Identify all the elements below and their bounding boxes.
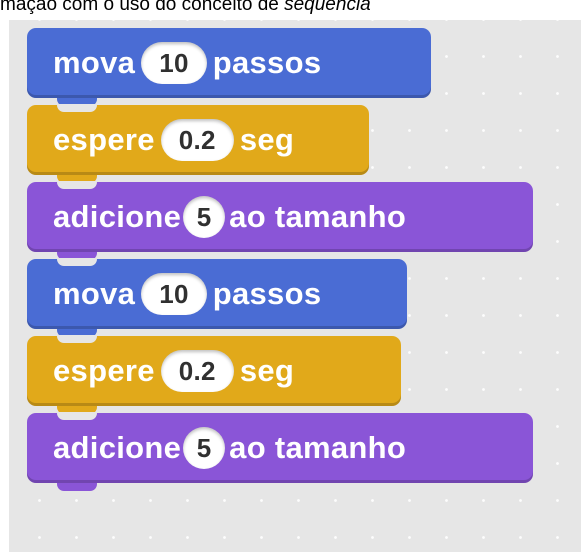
wait-seconds-block[interactable]: espere 0.2 seg: [27, 335, 401, 414]
seconds-input[interactable]: 0.2: [160, 119, 234, 161]
caption-italic: sequência: [284, 0, 371, 15]
steps-input[interactable]: 10: [141, 273, 207, 315]
steps-input[interactable]: 10: [141, 42, 207, 84]
move-steps-block[interactable]: mova 10 passos: [27, 258, 407, 337]
caption-main: mação com o uso do conceito de: [0, 0, 285, 15]
seconds-input[interactable]: 0.2: [160, 350, 234, 392]
size-input[interactable]: 5: [183, 427, 226, 469]
block-label-post: passos: [212, 45, 322, 80]
block-label-pre: adicione: [53, 199, 182, 234]
block-label-pre: mova: [53, 276, 136, 311]
size-input[interactable]: 5: [183, 196, 226, 238]
change-size-block[interactable]: adicione 5 ao tamanho: [27, 181, 533, 260]
block-label-post: passos: [212, 276, 322, 311]
block-label-post: ao tamanho: [229, 430, 407, 465]
block-label-post: seg: [239, 353, 295, 388]
block-label-pre: espere: [53, 122, 155, 157]
change-size-block[interactable]: adicione 5 ao tamanho: [27, 412, 533, 491]
wait-seconds-block[interactable]: espere 0.2 seg: [27, 104, 369, 183]
block-label-post: ao tamanho: [229, 199, 407, 234]
move-steps-block[interactable]: mova 10 passos: [27, 28, 431, 106]
block-label-pre: mova: [53, 45, 136, 80]
block-label-pre: adicione: [53, 430, 182, 465]
script-stack[interactable]: mova 10 passos espere 0.2 seg adicione 5…: [27, 28, 567, 491]
block-label-pre: espere: [53, 353, 155, 388]
block-label-post: seg: [239, 122, 295, 157]
caption-text: mação com o uso do conceito de sequência: [0, 0, 371, 16]
